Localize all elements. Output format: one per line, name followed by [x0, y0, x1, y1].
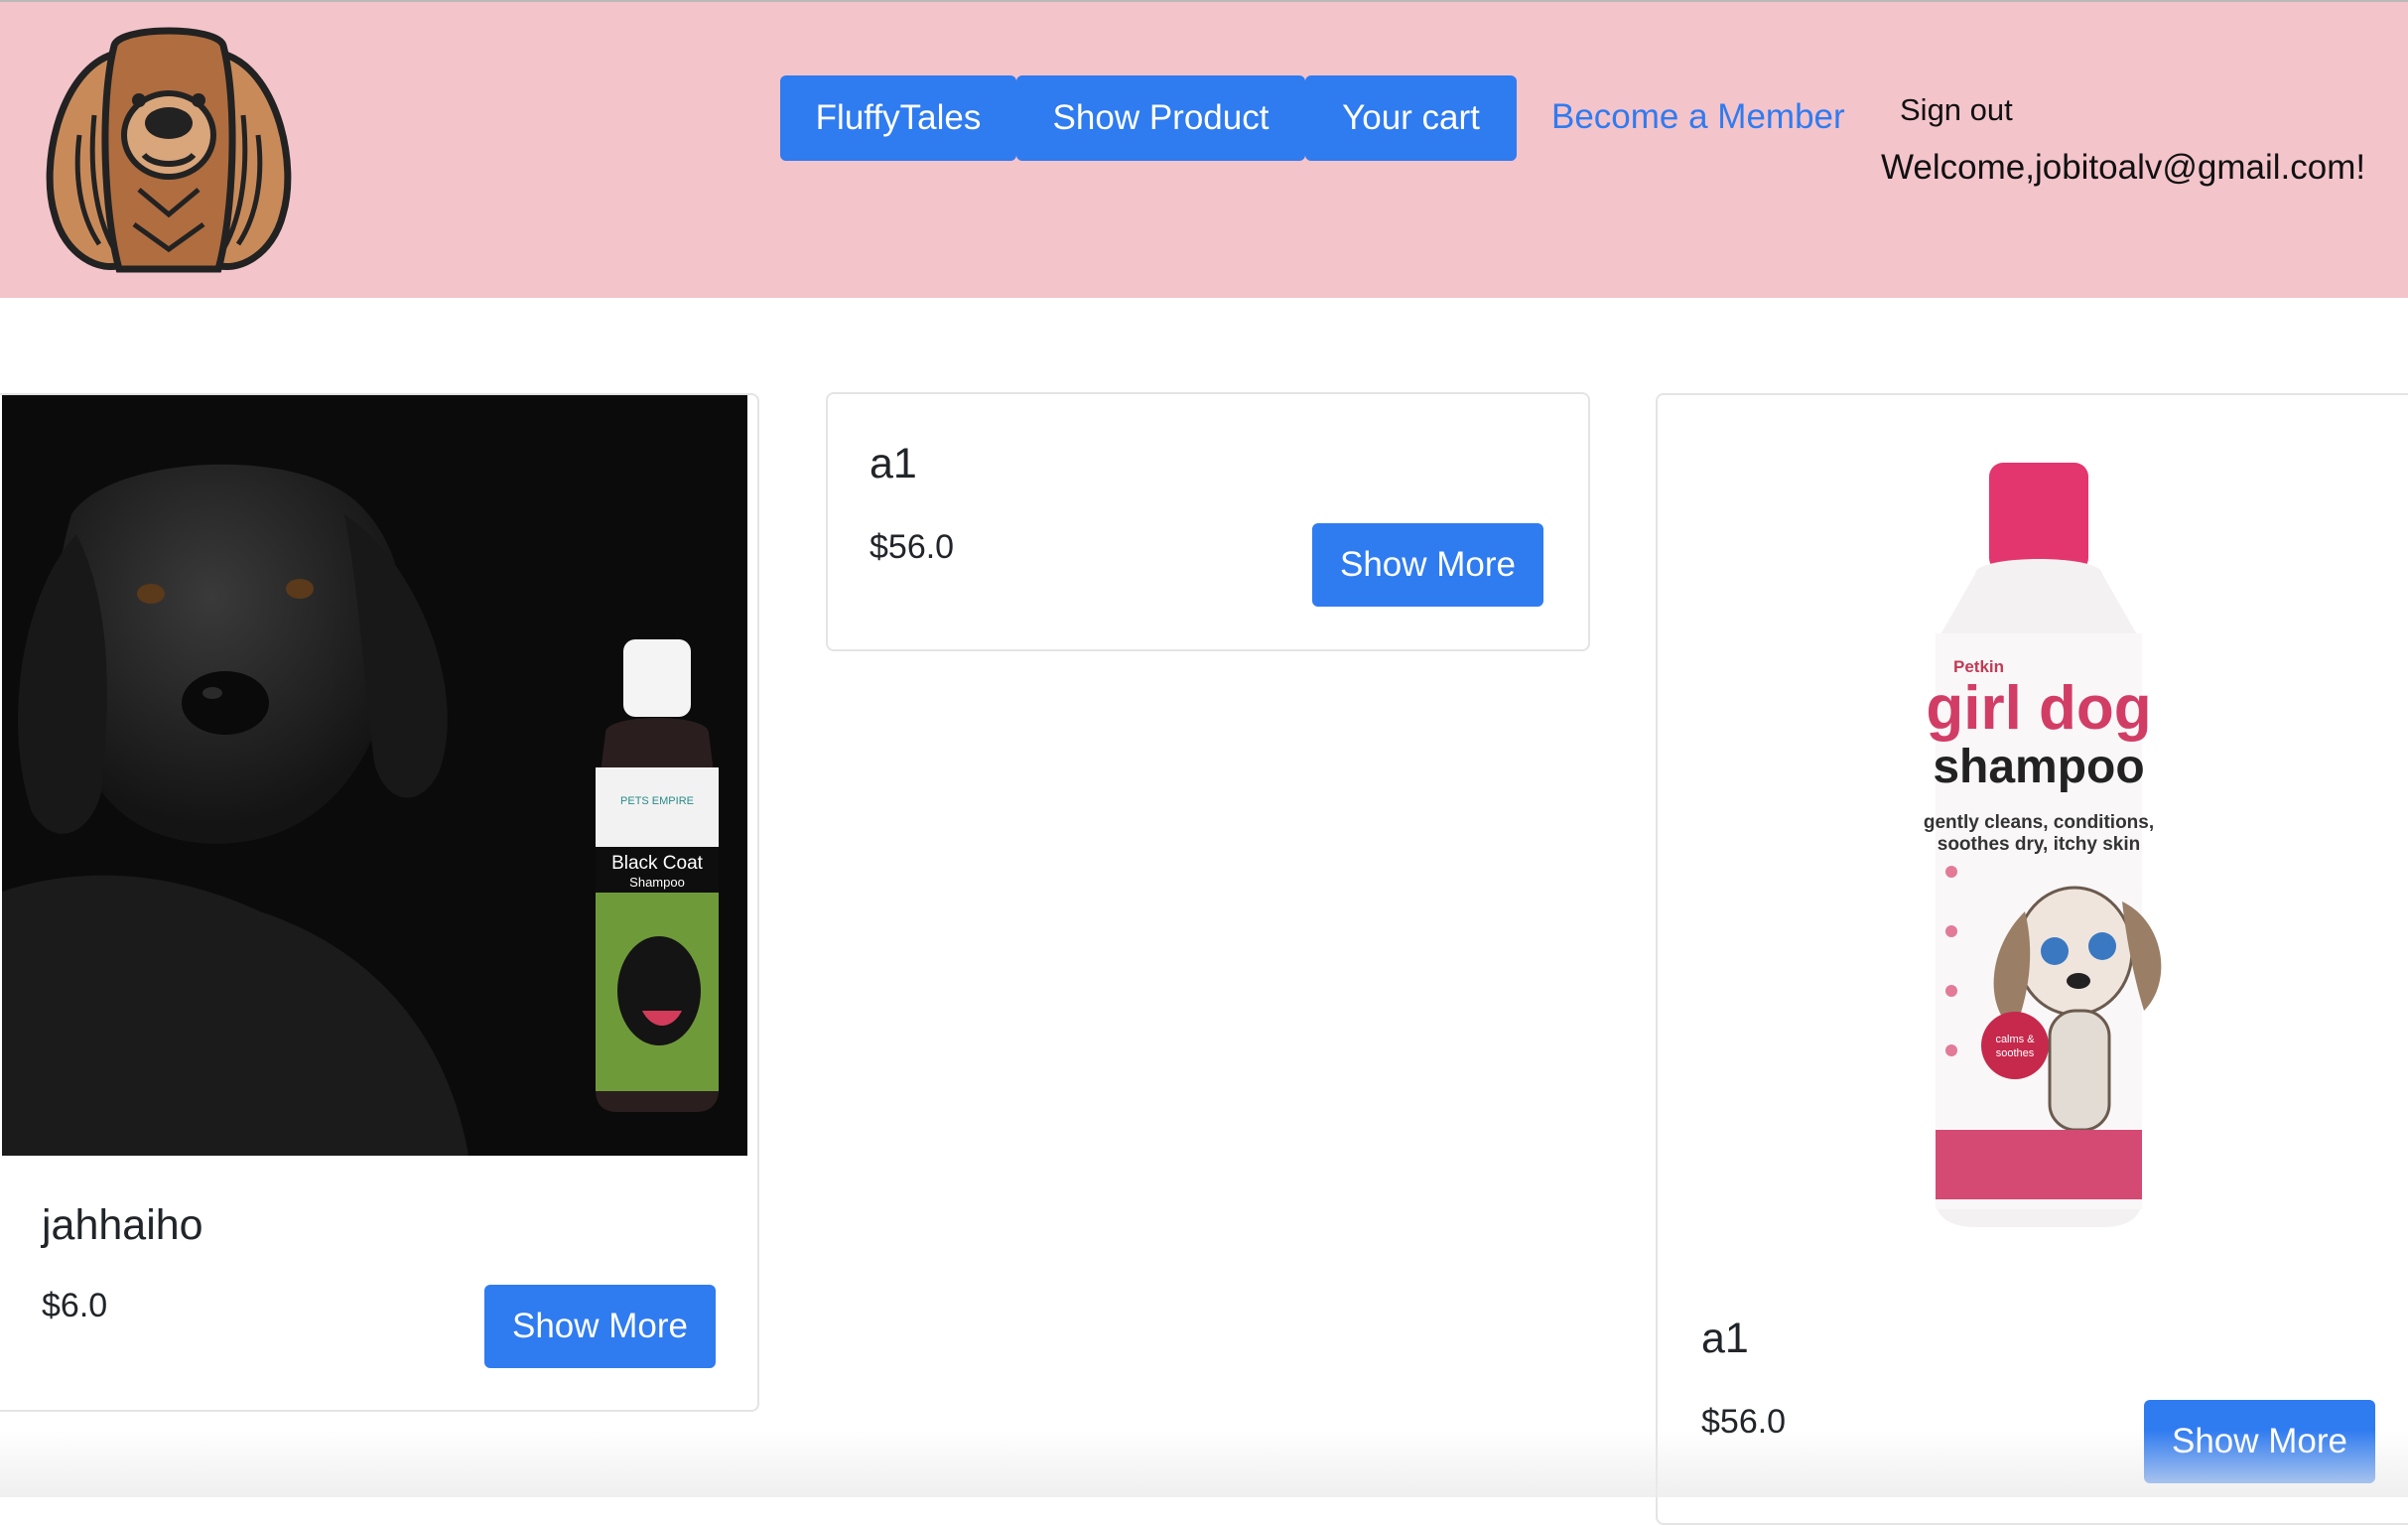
product-name: a1: [870, 440, 917, 487]
show-more-button[interactable]: Show More: [1312, 523, 1543, 607]
bottle-tagline-line1: gently cleans, conditions,: [1924, 812, 2154, 833]
nav-fluffytales-button[interactable]: FluffyTales: [780, 75, 1016, 161]
bottle-tagline-line2: soothes dry, itchy skin: [1938, 834, 2140, 855]
product-image: Petkin girl dog shampoo gently cleans, c…: [1658, 395, 2408, 1269]
become-member-link[interactable]: Become a Member: [1551, 97, 1845, 137]
badge-line2: soothes: [1996, 1047, 2035, 1059]
bottle-subtitle: Shampoo: [629, 875, 685, 890]
product-price: $56.0: [1701, 1403, 1787, 1441]
nav-your-cart-button[interactable]: Your cart: [1305, 75, 1517, 161]
show-more-button[interactable]: Show More: [484, 1285, 716, 1368]
dog-face-icon[interactable]: [40, 16, 298, 289]
bottle-brand: PETS EMPIRE: [620, 795, 694, 807]
product-name: jahhaiho: [42, 1201, 203, 1249]
product-price: $56.0: [870, 528, 955, 566]
bottle-title-line2: shampoo: [1933, 741, 2144, 793]
product-card: Petkin girl dog shampoo gently cleans, c…: [1656, 393, 2408, 1525]
product-card: PETS EMPIRE Black Coat Shampoo jahhaiho …: [0, 393, 759, 1412]
nav-show-product-button[interactable]: Show Product: [1016, 75, 1305, 161]
show-more-button[interactable]: Show More: [2144, 1400, 2375, 1483]
sign-out-link[interactable]: Sign out: [1900, 92, 2013, 128]
bottle-title-line1: girl dog: [1926, 674, 2151, 743]
product-price: $6.0: [42, 1287, 108, 1324]
welcome-message: Welcome,jobitoalv@gmail.com!: [1881, 148, 2366, 187]
badge-line1: calms &: [1995, 1034, 2035, 1045]
product-card: a1 $56.0 Show More: [826, 392, 1590, 651]
product-image: PETS EMPIRE Black Coat Shampoo: [2, 395, 747, 1156]
bottle-title: Black Coat: [611, 853, 704, 874]
product-name: a1: [1701, 1315, 1749, 1362]
navbar: FluffyTales Show Product Your cart Becom…: [0, 0, 2408, 298]
